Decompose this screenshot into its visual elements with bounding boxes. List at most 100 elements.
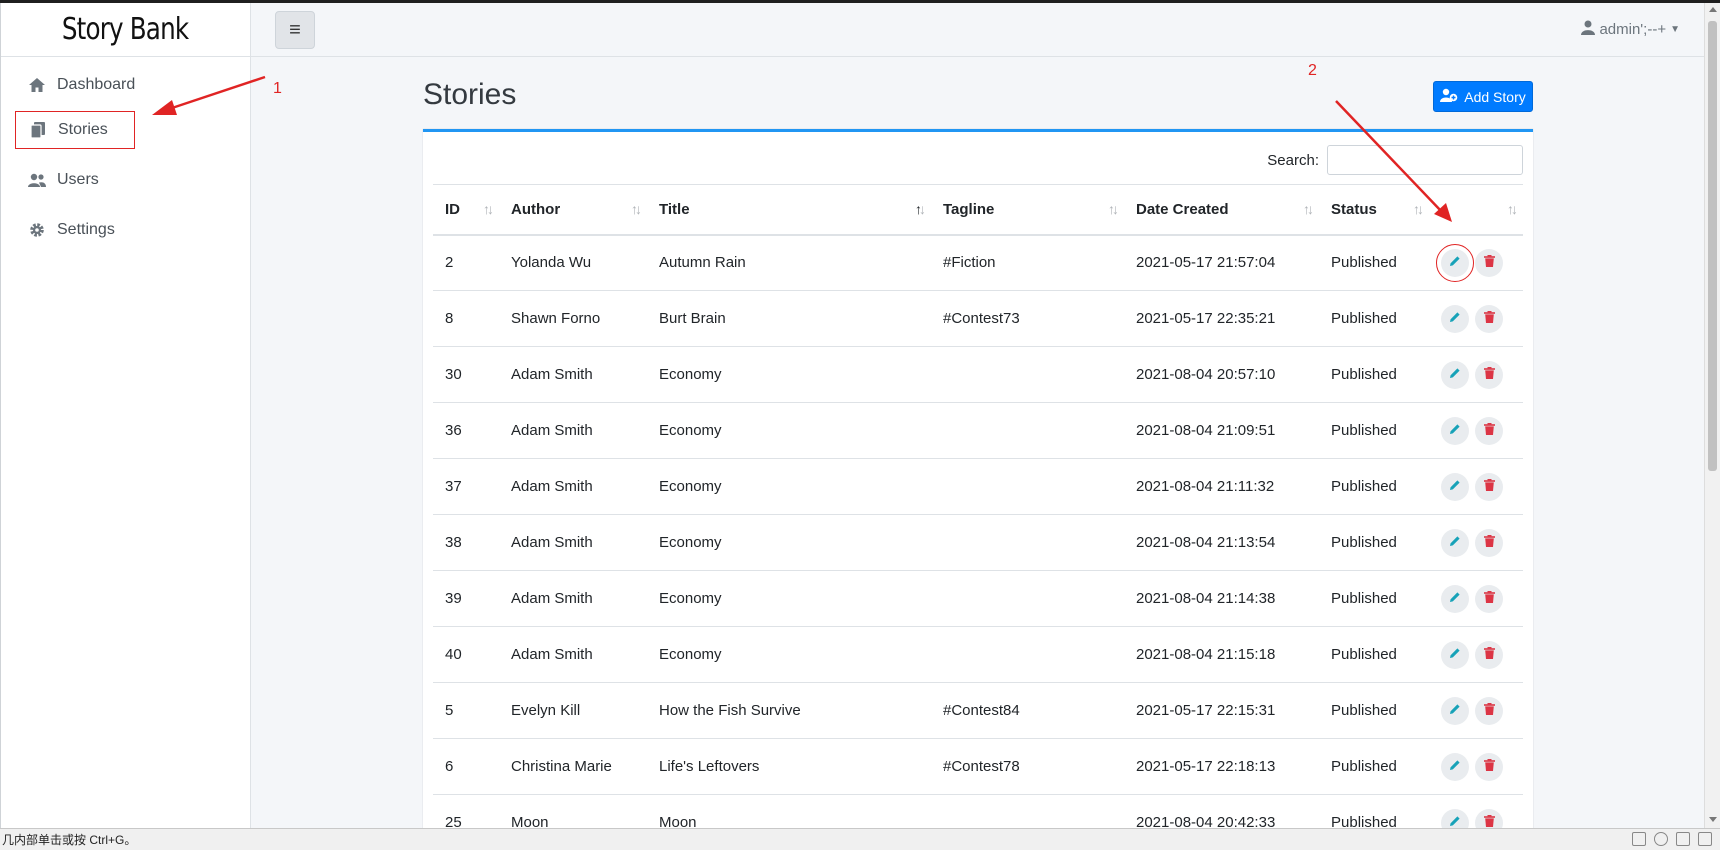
scrollbar-thumb[interactable] bbox=[1708, 21, 1717, 471]
cell-status: Published bbox=[1319, 738, 1429, 795]
edit-button[interactable] bbox=[1441, 472, 1469, 501]
cell-title: Life's Leftovers bbox=[647, 738, 931, 795]
cell-title: Economy bbox=[647, 514, 931, 571]
edit-button[interactable] bbox=[1441, 304, 1469, 333]
status-tray bbox=[1632, 832, 1712, 846]
cell-date-created: 2021-08-04 21:15:18 bbox=[1124, 626, 1319, 683]
row-actions bbox=[1441, 640, 1523, 669]
brand[interactable]: Story Bank bbox=[1, 3, 250, 57]
row-actions bbox=[1441, 416, 1523, 445]
menu-toggle-button[interactable]: ≡ bbox=[275, 11, 315, 49]
trash-icon bbox=[1483, 366, 1495, 383]
sort-icon: ↑↓ bbox=[631, 201, 642, 217]
table-row: 30 Adam Smith Economy 2021-08-04 20:57:10 Pu… bbox=[433, 346, 1523, 403]
edit-button[interactable] bbox=[1441, 696, 1469, 725]
edit-button[interactable] bbox=[1441, 416, 1469, 445]
cell-tagline: #Contest73 bbox=[931, 290, 1124, 347]
row-actions bbox=[1441, 528, 1523, 557]
delete-button[interactable] bbox=[1475, 360, 1503, 389]
edit-button[interactable] bbox=[1441, 528, 1469, 557]
delete-button[interactable] bbox=[1475, 248, 1503, 277]
column-header-actions[interactable]: ↑↓ bbox=[1429, 184, 1523, 236]
sidebar-item-users[interactable]: Users bbox=[15, 161, 235, 199]
pencil-icon bbox=[1449, 254, 1461, 271]
delete-button[interactable] bbox=[1475, 696, 1503, 725]
cell-actions bbox=[1429, 402, 1523, 459]
cell-status: Published bbox=[1319, 570, 1429, 627]
cell-author: Evelyn Kill bbox=[499, 682, 647, 739]
add-story-button[interactable]: Add Story bbox=[1433, 81, 1533, 112]
trash-icon bbox=[1483, 534, 1495, 551]
caret-down-icon: ▼ bbox=[1670, 24, 1680, 35]
cell-status: Published bbox=[1319, 514, 1429, 571]
stories-card: Search: ID ↑↓ Author ↑↓ Title ↑↓ Tagline ↑↓ … bbox=[423, 129, 1533, 850]
cell-title: Economy bbox=[647, 346, 931, 403]
sidebar-item-dashboard[interactable]: Dashboard bbox=[15, 66, 235, 104]
scroll-down-icon[interactable] bbox=[1709, 817, 1717, 822]
delete-button[interactable] bbox=[1475, 416, 1503, 445]
cell-status: Published bbox=[1319, 290, 1429, 347]
cell-tagline bbox=[931, 570, 1124, 627]
scroll-up-icon[interactable] bbox=[1709, 7, 1717, 12]
hamburger-icon: ≡ bbox=[289, 18, 301, 41]
row-actions bbox=[1436, 243, 1523, 282]
gear-icon bbox=[27, 220, 47, 240]
trash-icon bbox=[1483, 478, 1495, 495]
cell-actions bbox=[1429, 514, 1523, 571]
cell-author: Shawn Forno bbox=[499, 290, 647, 347]
cell-date-created: 2021-08-04 20:57:10 bbox=[1124, 346, 1319, 403]
edit-button[interactable] bbox=[1436, 243, 1474, 282]
cell-id: 39 bbox=[433, 570, 499, 627]
column-header-author[interactable]: Author ↑↓ bbox=[499, 184, 647, 236]
row-actions bbox=[1441, 472, 1523, 501]
user-menu[interactable]: admin';--+ ▼ bbox=[1581, 20, 1680, 39]
column-header-tagline[interactable]: Tagline ↑↓ bbox=[931, 184, 1124, 236]
cell-date-created: 2021-08-04 21:09:51 bbox=[1124, 402, 1319, 459]
disc-icon bbox=[1654, 832, 1668, 846]
cell-author: Adam Smith bbox=[499, 626, 647, 683]
user-add-icon bbox=[1440, 88, 1458, 105]
cell-date-created: 2021-08-04 21:11:32 bbox=[1124, 458, 1319, 515]
delete-button[interactable] bbox=[1475, 304, 1503, 333]
cell-actions bbox=[1429, 290, 1523, 347]
annotation-label-2: 2 bbox=[1308, 62, 1317, 79]
delete-button[interactable] bbox=[1475, 752, 1503, 781]
cell-id: 2 bbox=[433, 234, 499, 291]
edit-button[interactable] bbox=[1441, 584, 1469, 613]
cell-status: Published bbox=[1319, 234, 1429, 291]
trash-icon bbox=[1483, 758, 1495, 775]
sidebar-item-stories[interactable]: Stories bbox=[15, 111, 135, 149]
cell-title: Economy bbox=[647, 626, 931, 683]
cell-id: 38 bbox=[433, 514, 499, 571]
column-header-date-created[interactable]: Date Created ↑↓ bbox=[1124, 184, 1319, 236]
cell-tagline bbox=[931, 346, 1124, 403]
pencil-icon bbox=[1449, 646, 1461, 663]
table-row: 39 Adam Smith Economy 2021-08-04 21:14:38 Pu… bbox=[433, 570, 1523, 627]
cell-date-created: 2021-05-17 22:35:21 bbox=[1124, 290, 1319, 347]
vertical-scrollbar[interactable] bbox=[1704, 3, 1720, 828]
column-header-title[interactable]: Title ↑↓ bbox=[647, 184, 931, 236]
column-header-id[interactable]: ID ↑↓ bbox=[433, 184, 499, 236]
edit-button[interactable] bbox=[1441, 360, 1469, 389]
row-actions bbox=[1441, 584, 1523, 613]
delete-button[interactable] bbox=[1475, 472, 1503, 501]
cell-author: Adam Smith bbox=[499, 402, 647, 459]
trash-icon bbox=[1483, 702, 1495, 719]
cell-actions bbox=[1429, 458, 1523, 515]
cell-author: Yolanda Wu bbox=[499, 234, 647, 291]
sidebar-item-settings[interactable]: Settings bbox=[15, 211, 235, 249]
edit-button[interactable] bbox=[1441, 640, 1469, 669]
note-icon bbox=[1698, 832, 1712, 846]
pencil-icon bbox=[1449, 478, 1461, 495]
sort-icon: ↑↓ bbox=[1108, 201, 1119, 217]
column-header-status[interactable]: Status ↑↓ bbox=[1319, 184, 1429, 236]
row-actions bbox=[1441, 304, 1523, 333]
edit-button[interactable] bbox=[1441, 752, 1469, 781]
delete-button[interactable] bbox=[1475, 528, 1503, 557]
delete-button[interactable] bbox=[1475, 584, 1503, 613]
pencil-icon bbox=[1449, 590, 1461, 607]
top-navbar: ≡ admin';--+ ▼ bbox=[251, 3, 1704, 57]
search-input[interactable] bbox=[1327, 145, 1523, 175]
sort-icon: ↑↓ bbox=[1413, 201, 1424, 217]
delete-button[interactable] bbox=[1475, 640, 1503, 669]
